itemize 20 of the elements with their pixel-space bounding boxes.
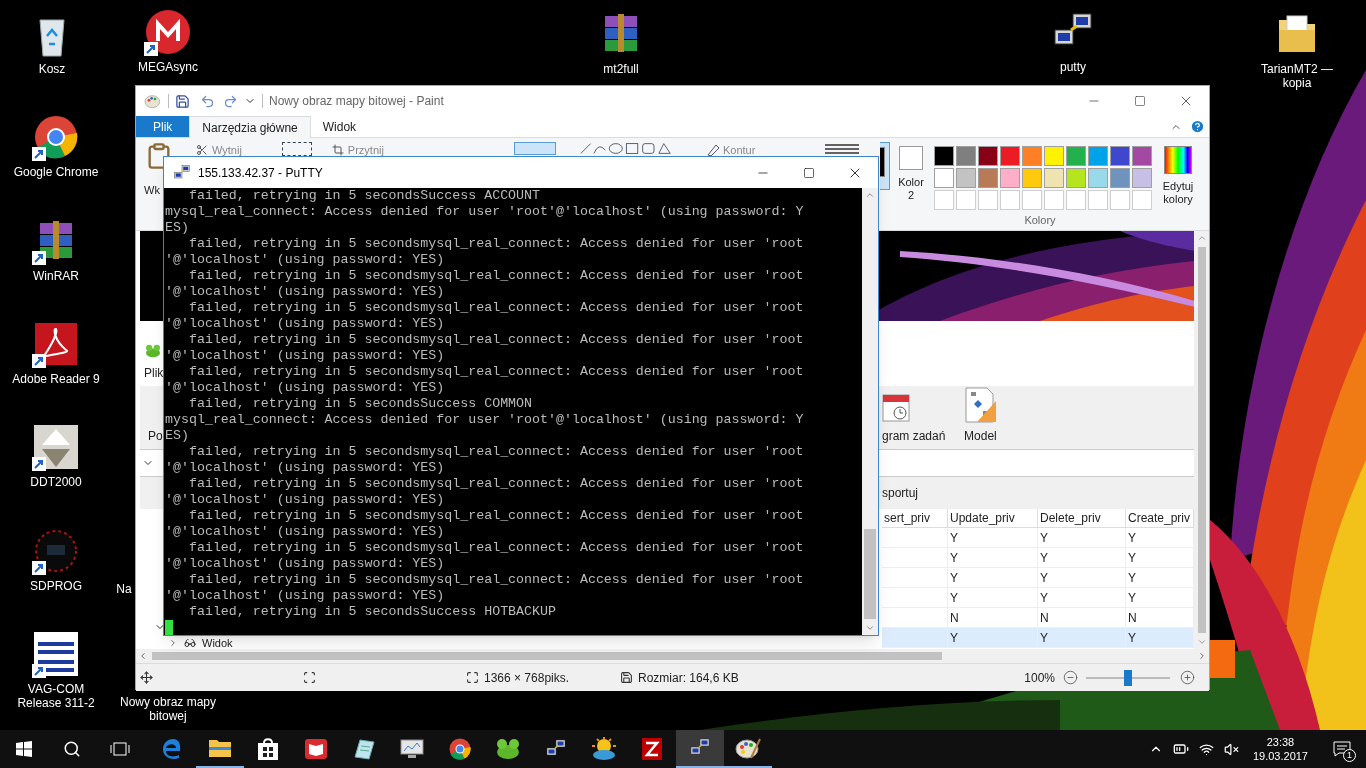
notification-count: 1 [1343, 749, 1356, 762]
clock[interactable]: 23:38 19.03.2017 [1248, 735, 1312, 763]
shopping-bag-icon[interactable] [257, 737, 279, 761]
folder-icon[interactable] [208, 737, 232, 759]
windows-logo-icon[interactable] [16, 741, 32, 757]
wifi-icon[interactable] [1198, 741, 1214, 757]
sun-cloud-icon[interactable] [591, 737, 617, 761]
notepad-icon[interactable] [352, 737, 376, 761]
search-icon[interactable] [63, 740, 81, 758]
battery-icon[interactable] [1172, 741, 1189, 757]
file-transfer-icon[interactable] [641, 737, 663, 761]
notification-button[interactable]: 1 [1322, 730, 1362, 768]
frog-icon[interactable] [495, 738, 521, 760]
muted-speaker-icon[interactable] [1223, 741, 1239, 757]
palette-icon[interactable] [735, 736, 761, 760]
task-view-icon[interactable] [110, 741, 130, 757]
monitor-icon[interactable] [399, 738, 425, 760]
message-icon [1333, 741, 1351, 757]
browser-icon[interactable] [448, 737, 472, 761]
book-icon[interactable] [304, 738, 328, 760]
